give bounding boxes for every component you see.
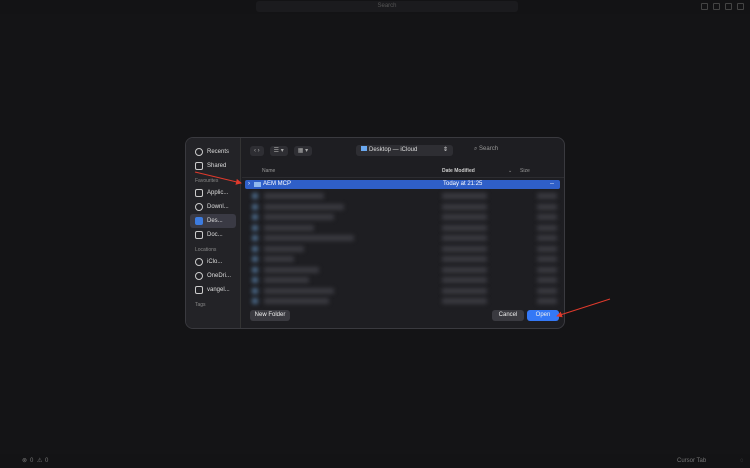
arrow-to-row — [194, 171, 242, 185]
annotation-arrows — [194, 171, 611, 318]
arrow-to-open — [556, 298, 611, 318]
